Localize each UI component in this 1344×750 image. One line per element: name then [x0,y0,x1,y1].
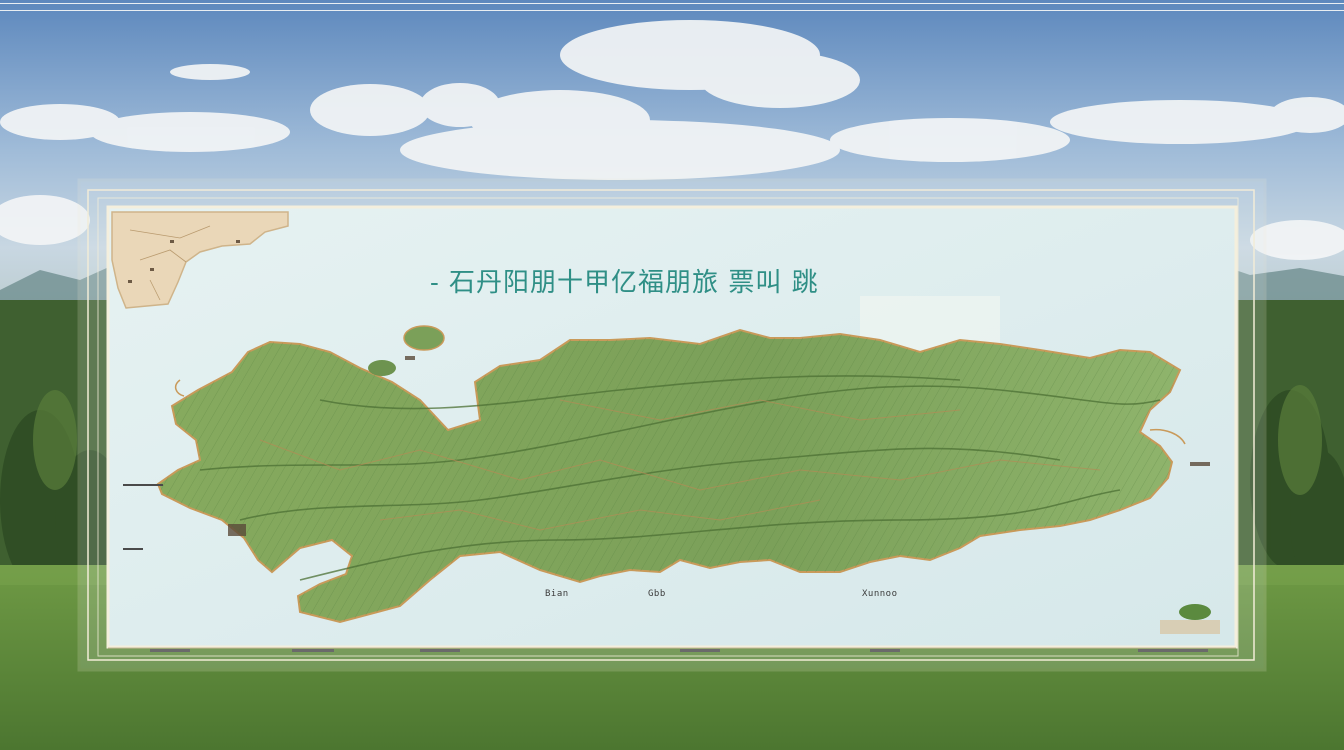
place-label-xunnoo: Xunnoo [862,589,898,599]
scene [0,0,1344,750]
cloud-icon [170,64,250,80]
place-label-gbb: Gbb [648,589,666,599]
tree-icon [1179,604,1211,620]
top-rule [0,3,1344,11]
map-title: - 石丹阳朋十甲亿福朋旅 票叫 跳 [430,268,819,298]
place-label-bian: Bian [545,589,569,599]
